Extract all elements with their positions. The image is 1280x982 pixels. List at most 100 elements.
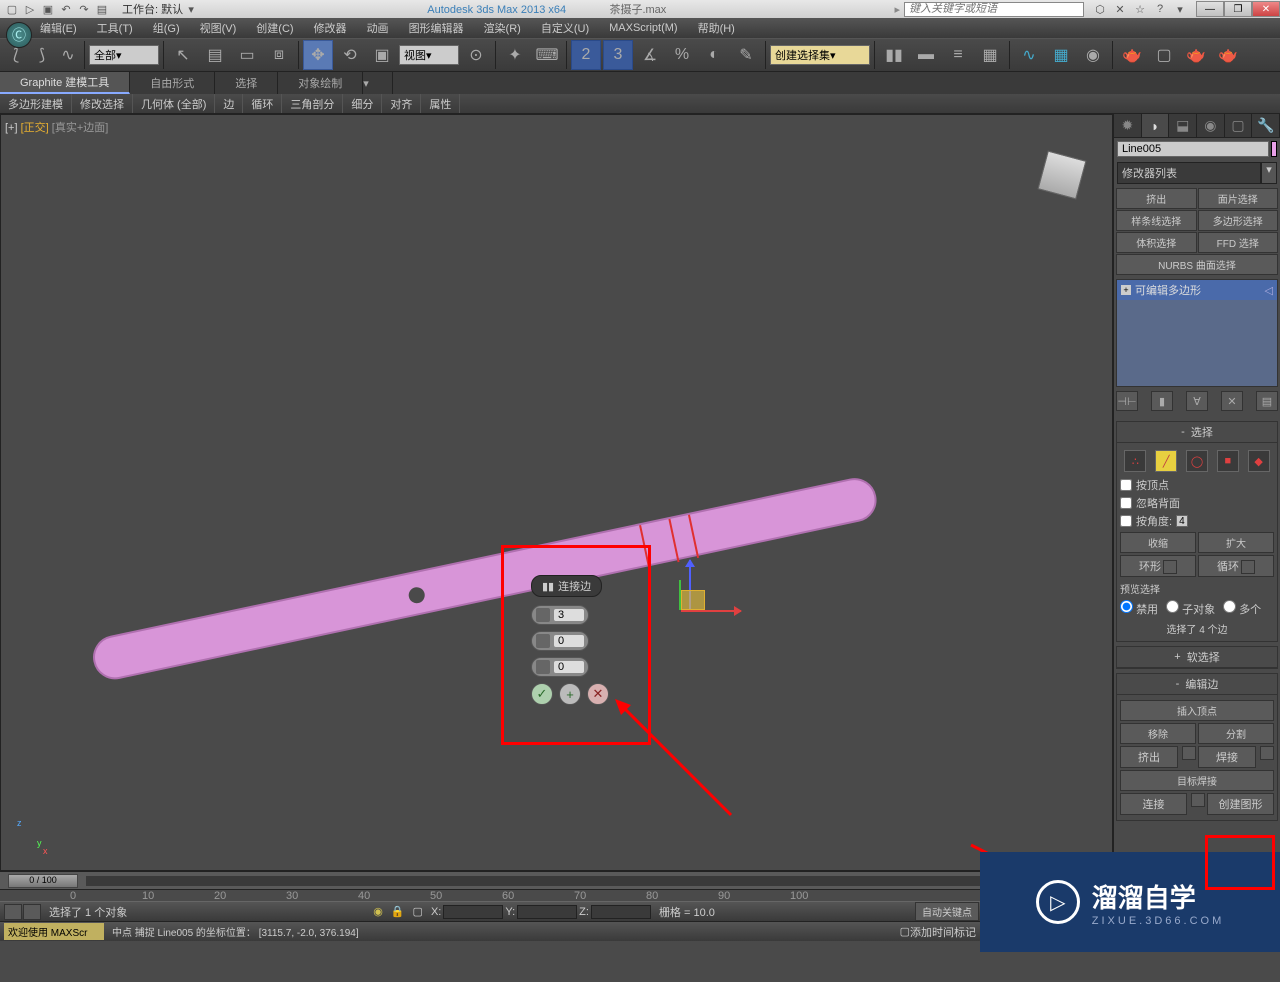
caddy-segments-spinner[interactable]: 3 xyxy=(531,605,589,625)
target-weld-button[interactable]: 目标焊接 xyxy=(1120,770,1274,791)
modifier-stack[interactable]: + 可编辑多边形 ◁ xyxy=(1116,279,1278,387)
tab-hierarchy[interactable]: ⬓ xyxy=(1169,114,1197,137)
connect-settings-button[interactable] xyxy=(1191,793,1205,807)
unlink-icon[interactable]: ⟆ xyxy=(30,40,54,70)
stack-item-editable-poly[interactable]: + 可编辑多边形 ◁ xyxy=(1117,280,1277,300)
save-icon[interactable]: ▣ xyxy=(40,1,56,17)
mod-nurbs-sel[interactable]: NURBS 曲面选择 xyxy=(1116,254,1278,275)
isolate-icon[interactable]: ◉ xyxy=(373,905,383,918)
named-selection-dropdown[interactable]: 创建选择集 ▾ xyxy=(770,45,870,65)
rp-subdiv[interactable]: 细分 xyxy=(343,94,382,113)
favorite-icon[interactable]: ☆ xyxy=(1132,1,1148,17)
subobj-border[interactable]: ◯ xyxy=(1186,450,1208,472)
angle-snap-icon[interactable]: ∡ xyxy=(635,40,665,70)
menu-edit[interactable]: 编辑(E) xyxy=(30,20,87,36)
x-coord-input[interactable] xyxy=(443,905,503,919)
connect-button[interactable]: 连接 xyxy=(1120,793,1187,815)
mod-patch-sel[interactable]: 面片选择 xyxy=(1198,188,1279,209)
render-setup-icon[interactable]: 🫖 xyxy=(1117,40,1147,70)
rp-loop[interactable]: 循环 xyxy=(243,94,282,113)
subobj-element[interactable]: ◆ xyxy=(1248,450,1270,472)
snap-3d-icon[interactable]: 3 xyxy=(603,40,633,70)
time-tag-icon[interactable]: ▢ xyxy=(900,925,910,938)
tab-utilities[interactable]: 🔧 xyxy=(1252,114,1280,137)
menu-maxscript[interactable]: MAXScript(M) xyxy=(599,22,687,34)
shrink-button[interactable]: 收缩 xyxy=(1120,532,1196,553)
menu-views[interactable]: 视图(V) xyxy=(190,20,247,36)
extrude-edge-button[interactable]: 挤出 xyxy=(1120,746,1178,768)
mod-vol-sel[interactable]: 体积选择 xyxy=(1116,232,1197,253)
modifier-list-dropdown[interactable]: 修改器列表 ▾ xyxy=(1117,162,1277,184)
ignore-backfacing-checkbox[interactable] xyxy=(1120,497,1132,509)
menu-tools[interactable]: 工具(T) xyxy=(87,20,143,36)
y-coord-input[interactable] xyxy=(517,905,577,919)
ref-coord-dropdown[interactable]: 视图 ▾ xyxy=(399,45,459,65)
close-button[interactable]: ✕ xyxy=(1252,1,1280,17)
extrude-settings-button[interactable] xyxy=(1182,746,1196,760)
grow-button[interactable]: 扩大 xyxy=(1198,532,1274,553)
viewcube[interactable] xyxy=(1032,145,1092,205)
mirror-icon[interactable]: ▮▮ xyxy=(879,40,909,70)
rp-poly-model[interactable]: 多边形建模 xyxy=(0,94,72,113)
preview-disable-radio[interactable] xyxy=(1120,600,1133,613)
selection-lock-icon[interactable]: 🔒 xyxy=(391,905,405,918)
tab-display[interactable]: ▢ xyxy=(1225,114,1253,137)
infocenter-icon[interactable]: ▸ xyxy=(894,3,900,16)
mod-ffd-sel[interactable]: FFD 选择 xyxy=(1198,232,1279,253)
help-icon[interactable]: ? xyxy=(1152,1,1168,17)
menu-modifiers[interactable]: 修改器 xyxy=(304,20,357,36)
rp-tri[interactable]: 三角剖分 xyxy=(282,94,343,113)
configure-sets-icon[interactable]: ▤ xyxy=(1256,391,1278,411)
tab-modify[interactable]: ◗ xyxy=(1142,114,1170,137)
render-iterative-icon[interactable]: 🫖 xyxy=(1213,40,1243,70)
spinner-snap-icon[interactable]: ◐ xyxy=(699,40,729,70)
gizmo-x-axis[interactable] xyxy=(681,610,741,612)
viewport-label[interactable]: [+] [正交] [真实+边面] xyxy=(5,119,108,135)
menu-rendering[interactable]: 渲染(R) xyxy=(474,20,531,36)
subobj-vertex[interactable]: ∴ xyxy=(1124,450,1146,472)
tab-freeform[interactable]: 自由形式 xyxy=(130,72,215,94)
caddy-slide-spinner[interactable]: 0 xyxy=(531,657,589,677)
gizmo-xy-plane[interactable] xyxy=(681,590,705,610)
subobj-polygon[interactable]: ■ xyxy=(1217,450,1239,472)
rollout-selection-header[interactable]: -选择 xyxy=(1117,422,1277,443)
add-time-tag[interactable]: 添加时间标记 xyxy=(910,924,976,940)
subscription-icon[interactable]: ⬡ xyxy=(1092,1,1108,17)
menu-graph-editors[interactable]: 图形编辑器 xyxy=(399,20,474,36)
workspace-label[interactable]: 工作台: 默认 xyxy=(122,1,183,17)
application-button[interactable]: Ⓒ xyxy=(6,22,32,48)
pin-stack-icon[interactable]: ⊣⊢ xyxy=(1116,391,1138,411)
material-editor-icon[interactable]: ◉ xyxy=(1078,40,1108,70)
weld-settings-button[interactable] xyxy=(1260,746,1274,760)
by-angle-checkbox[interactable] xyxy=(1120,515,1132,527)
menu-animation[interactable]: 动画 xyxy=(357,20,399,36)
exchange-icon[interactable]: ✕ xyxy=(1112,1,1128,17)
curve-editor-icon[interactable]: ∿ xyxy=(1014,40,1044,70)
select-by-name-icon[interactable]: ▤ xyxy=(200,40,230,70)
time-slider-thumb[interactable]: 0 / 100 xyxy=(8,874,78,888)
select-scale-icon[interactable]: ▣ xyxy=(367,40,397,70)
menu-customize[interactable]: 自定义(U) xyxy=(531,20,599,36)
undo-icon[interactable]: ↶ xyxy=(58,1,74,17)
lock-selection-icon[interactable] xyxy=(23,904,41,920)
rollout-soft-sel-header[interactable]: +软选择 xyxy=(1117,647,1277,668)
loop-button[interactable]: 循环 xyxy=(1198,555,1274,577)
help-dropdown-icon[interactable]: ▾ xyxy=(1172,1,1188,17)
align-icon[interactable]: ▬ xyxy=(911,40,941,70)
rollout-edit-edge-header[interactable]: -编辑边 xyxy=(1117,674,1277,695)
open-icon[interactable]: ▷ xyxy=(22,1,38,17)
rp-edge[interactable]: 边 xyxy=(215,94,243,113)
object-name-input[interactable] xyxy=(1117,141,1269,157)
select-object-icon[interactable]: ↖ xyxy=(168,40,198,70)
script-listener-icon[interactable] xyxy=(4,904,22,920)
mod-poly-sel[interactable]: 多边形选择 xyxy=(1198,210,1279,231)
adaptive-deg-icon[interactable]: ▢ xyxy=(413,905,423,918)
menu-create[interactable]: 创建(C) xyxy=(246,20,303,36)
select-move-icon[interactable]: ✥ xyxy=(303,40,333,70)
expand-icon[interactable]: + xyxy=(1121,285,1131,295)
edit-named-sel-icon[interactable]: ✎ xyxy=(731,40,761,70)
percent-snap-icon[interactable]: % xyxy=(667,40,697,70)
tab-selection[interactable]: 选择 xyxy=(215,72,278,94)
rp-align[interactable]: 对齐 xyxy=(382,94,421,113)
preview-multi-radio[interactable] xyxy=(1223,600,1236,613)
